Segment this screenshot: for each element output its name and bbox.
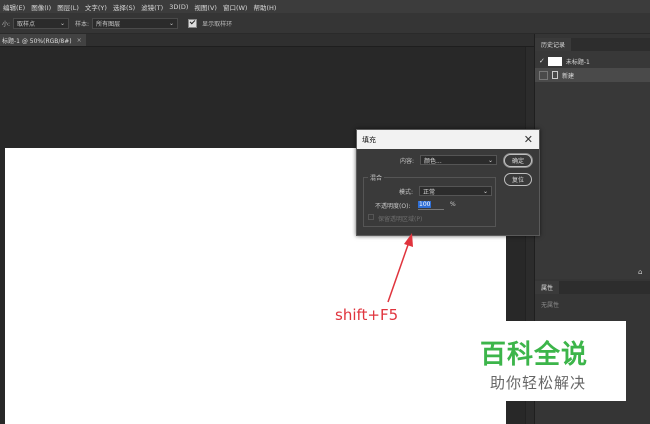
menu-help[interactable]: 帮助(H) — [250, 2, 279, 12]
mode-label: 模式: — [399, 189, 414, 196]
sample-label: 样本: — [75, 20, 90, 28]
contents-label: 内容: — [400, 158, 415, 165]
options-bar: 小: 取样点 ⌄ 样本: 所有图层 ⌄ 显示取样环 — [0, 13, 650, 34]
tab-properties[interactable]: 属性 — [535, 281, 560, 294]
document-tab-label: 标题-1 @ 50%(RGB/8#) — [2, 37, 72, 45]
contents-select[interactable]: 颜色... ⌄ — [420, 155, 497, 165]
history-panel — [535, 51, 650, 279]
menu-layer[interactable]: 图层(L) — [54, 2, 82, 12]
close-icon[interactable]: ✕ — [524, 134, 533, 145]
size-select[interactable]: 取样点 ⌄ — [13, 17, 70, 29]
menu-bar: 编辑(E) 图像(I) 图层(L) 文字(Y) 选择(S) 滤镜(T) 3D(D… — [0, 0, 650, 13]
opacity-value: 100 — [418, 201, 432, 208]
properties-panel-tabs: 属性 — [535, 281, 650, 294]
menu-image[interactable]: 图像(I) — [28, 2, 54, 12]
reset-button[interactable]: 复位 — [504, 173, 532, 186]
dialog-title: 填充 — [362, 135, 376, 144]
snapshot-thumbnail — [547, 56, 562, 66]
watermark-title: 百科全说 — [480, 340, 589, 370]
sample-select[interactable]: 所有图层 ⌄ — [92, 17, 179, 29]
history-panel-tabs: 历史记录 — [535, 38, 650, 51]
menu-3d[interactable]: 3D(D) — [166, 3, 191, 11]
preserve-transparency-checkbox[interactable] — [368, 214, 374, 220]
history-snapshot-row[interactable]: ✓ 未标题-1 — [535, 54, 650, 68]
annotation-arrow — [387, 233, 413, 303]
document-tab[interactable]: 标题-1 @ 50%(RGB/8#) × — [0, 34, 86, 46]
menu-filter[interactable]: 滤镜(T) — [138, 2, 166, 12]
menu-edit[interactable]: 编辑(E) — [0, 2, 28, 12]
preserve-transparency-label: 保留透明区域(P) — [378, 216, 423, 223]
mode-select[interactable]: 正常 ⌄ — [419, 186, 492, 196]
chevron-down-icon: ⌄ — [60, 19, 66, 27]
ok-button[interactable]: 确定 — [504, 154, 532, 167]
show-ring-checkbox[interactable] — [188, 18, 198, 28]
snapshot-label: 未标题-1 — [565, 58, 590, 66]
dialog-titlebar: 填充 ✕ — [357, 130, 539, 149]
camera-icon[interactable]: ⌂ — [638, 268, 642, 276]
chevron-down-icon: ⌄ — [487, 156, 493, 164]
size-label: 小: — [2, 20, 11, 28]
brush-icon: ✓ — [539, 57, 545, 65]
chevron-down-icon: ⌄ — [482, 187, 488, 195]
show-ring-label: 显示取样环 — [202, 20, 233, 28]
menu-type[interactable]: 文字(Y) — [82, 2, 110, 12]
history-step-row[interactable]: 新建 — [535, 68, 650, 82]
menu-window[interactable]: 窗口(W) — [220, 2, 251, 12]
document-icon — [552, 71, 558, 79]
blend-legend: 混合 — [368, 173, 385, 182]
step-checkbox — [539, 70, 548, 80]
watermark-subtitle: 助你轻松解决 — [490, 374, 587, 392]
close-icon[interactable]: × — [77, 37, 82, 44]
fill-dialog: 填充 ✕ 内容: 颜色... ⌄ 确定 复位 混合 模式: 正常 ⌄ 不透明度(… — [356, 129, 540, 236]
chevron-down-icon: ⌄ — [169, 19, 175, 27]
opacity-unit: % — [450, 201, 456, 208]
properties-empty-text: 无属性 — [541, 302, 560, 309]
step-label: 新建 — [562, 72, 575, 80]
opacity-label: 不透明度(O): — [375, 203, 411, 210]
opacity-input[interactable]: 100 — [418, 200, 444, 210]
menu-view[interactable]: 视图(V) — [191, 2, 220, 12]
tab-history[interactable]: 历史记录 — [535, 38, 572, 51]
menu-select[interactable]: 选择(S) — [110, 2, 138, 12]
annotation-shortcut-text: shift+F5 — [335, 306, 399, 324]
